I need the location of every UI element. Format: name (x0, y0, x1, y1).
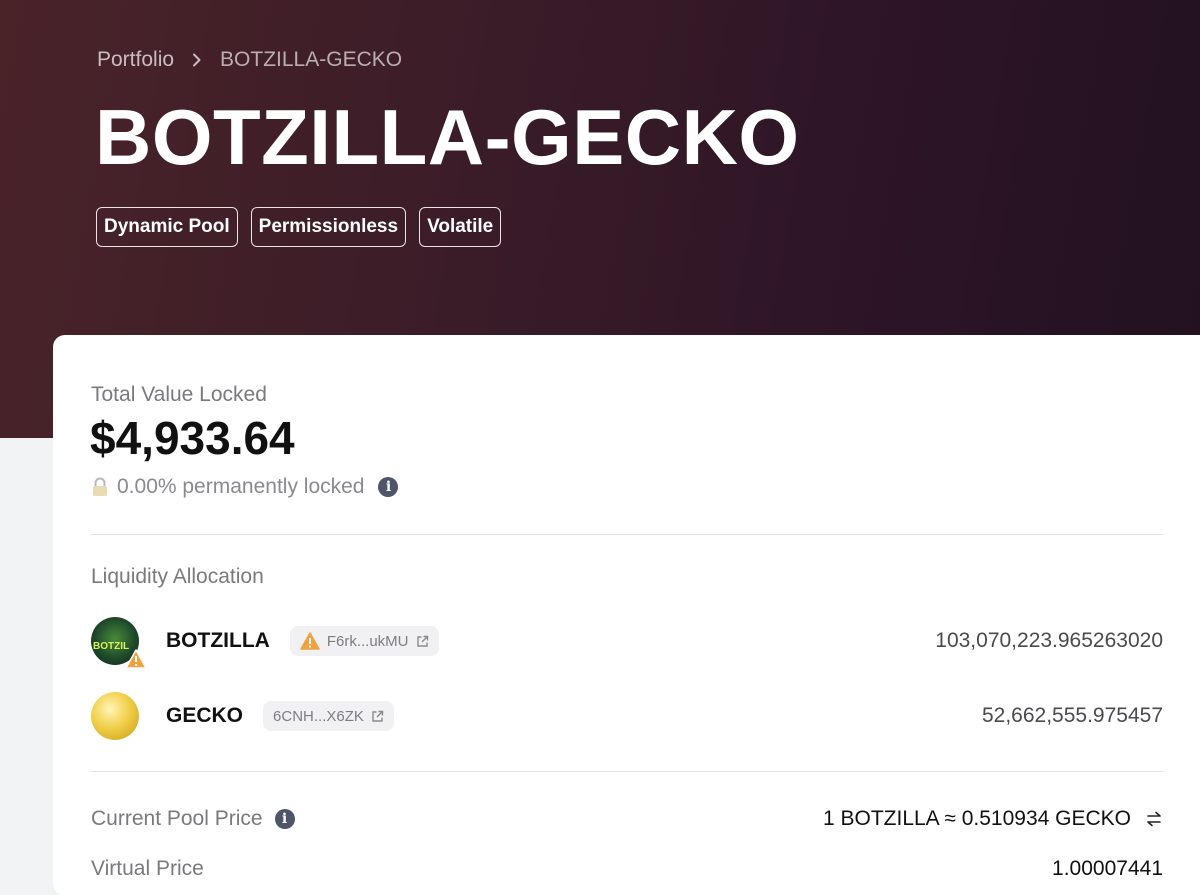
current-pool-price: 1 BOTZILLA ≈ 0.510934 GECKO (823, 807, 1163, 831)
token-row-botzilla: BOTZIL BOTZILLA F6rk...ukMU 103,070,223.… (91, 616, 1163, 669)
current-pool-price-label: Current Pool Price (91, 807, 263, 830)
tvl-value: $4,933.64 (90, 412, 295, 464)
token-address-link[interactable]: 6CNH...X6ZK (263, 701, 394, 731)
token-address-link[interactable]: F6rk...ukMU (289, 626, 439, 656)
info-icon[interactable]: i (378, 477, 399, 497)
token-symbol: GECKO (166, 704, 244, 727)
chevron-right-icon (193, 53, 201, 67)
current-pool-price-value: 1 BOTZILLA ≈ 0.510934 GECKO (822, 807, 1131, 830)
botzilla-avatar-text: BOTZIL (93, 641, 130, 652)
page-title: BOTZILLA-GECKO (95, 93, 800, 181)
breadcrumb-portfolio-link[interactable]: Portfolio (97, 48, 174, 72)
current-pool-price-row: Current Pool Price i (91, 807, 295, 831)
token-row-gecko: GECKO 6CNH...X6ZK 52,662,555.975457 (91, 691, 1163, 741)
tvl-label: Total Value Locked (91, 383, 267, 406)
external-link-icon (416, 635, 428, 647)
tag-volatile: Volatile (419, 207, 502, 247)
tag-dynamic-pool: Dynamic Pool (96, 207, 238, 247)
divider (91, 534, 1163, 535)
token-address: F6rk...ukMU (326, 632, 409, 650)
external-link-icon (372, 710, 384, 722)
gecko-avatar (91, 692, 139, 740)
lock-icon (93, 477, 107, 496)
info-icon[interactable]: i (274, 809, 295, 829)
botzilla-avatar: BOTZIL (91, 617, 147, 669)
virtual-price-label: Virtual Price (91, 857, 204, 880)
warning-badge-icon (125, 649, 147, 669)
token-address: 6CNH...X6ZK (273, 707, 364, 725)
pool-details-card: Total Value Locked $4,933.64 0.00% perma… (53, 335, 1200, 895)
divider (91, 771, 1163, 772)
warning-icon (300, 632, 320, 650)
tag-permissionless: Permissionless (250, 207, 407, 247)
virtual-price-value: 1.00007441 (1052, 857, 1163, 880)
permanently-locked-row: 0.00% permanently locked i (91, 475, 399, 499)
swap-arrows-icon[interactable] (1145, 810, 1163, 828)
liquidity-allocation-label: Liquidity Allocation (91, 565, 264, 588)
breadcrumb-current: BOTZILLA-GECKO (220, 48, 403, 71)
token-symbol: BOTZILLA (166, 629, 270, 652)
pool-tags: Dynamic Pool Permissionless Volatile (96, 207, 502, 247)
token-amount: 103,070,223.965263020 (935, 629, 1163, 652)
breadcrumb: Portfolio BOTZILLA-GECKO (97, 48, 402, 72)
token-amount: 52,662,555.975457 (981, 704, 1163, 727)
locked-percent-text: 0.00% permanently locked (117, 475, 365, 498)
